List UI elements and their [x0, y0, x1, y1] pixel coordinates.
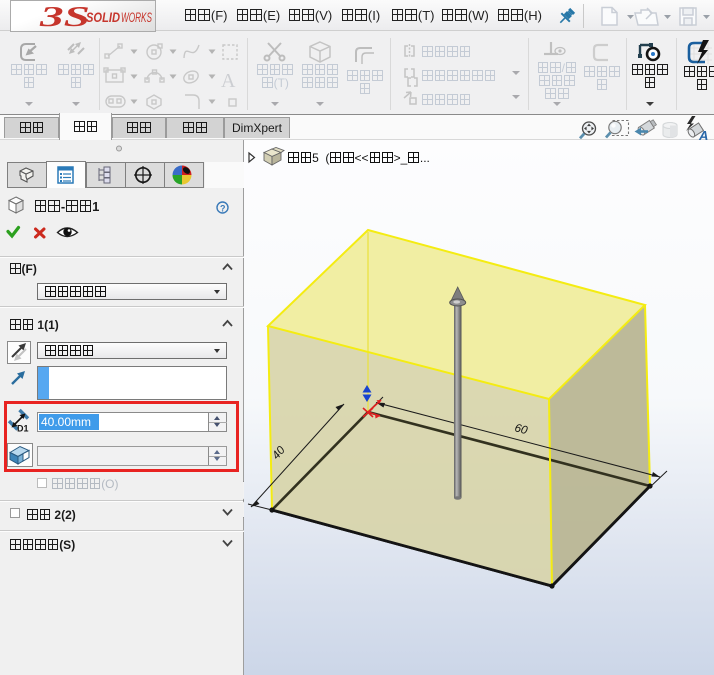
svg-text:D1: D1 — [17, 424, 29, 434]
svg-text:A: A — [221, 70, 236, 92]
svg-text:A: A — [698, 128, 708, 143]
svg-text:?: ? — [220, 204, 226, 214]
